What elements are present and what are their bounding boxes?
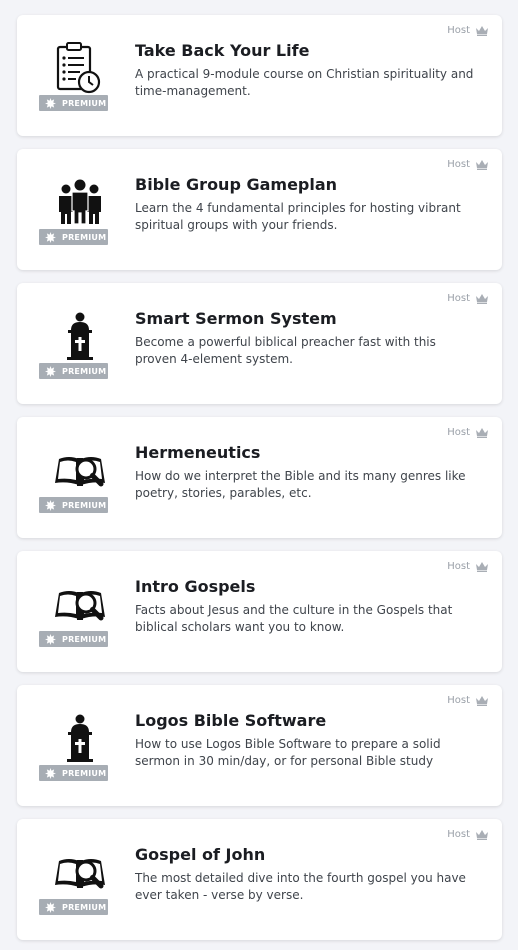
bible-magnifier-icon: [53, 443, 107, 497]
course-description: Facts about Jesus and the culture in the…: [135, 603, 453, 634]
course-title[interactable]: Logos Bible Software: [135, 711, 326, 730]
host-tag: Host: [447, 695, 488, 706]
gear-star-icon: [45, 97, 56, 109]
crown-icon: [476, 695, 488, 706]
host-tag: Host: [447, 293, 488, 304]
premium-label: PREMIUM: [62, 98, 107, 108]
crown-icon: [476, 159, 488, 170]
host-label: Host: [447, 293, 470, 304]
premium-badge: PREMIUM: [39, 363, 108, 379]
premium-badge: PREMIUM: [39, 95, 108, 111]
host-label: Host: [447, 829, 470, 840]
gear-star-icon: [45, 499, 56, 511]
premium-badge: PREMIUM: [39, 497, 108, 513]
host-label: Host: [447, 25, 470, 36]
host-label: Host: [447, 159, 470, 170]
checklist-clock-icon: [53, 41, 107, 95]
premium-label: PREMIUM: [62, 366, 107, 376]
premium-badge: PREMIUM: [39, 229, 108, 245]
premium-label: PREMIUM: [62, 232, 107, 242]
premium-badge: PREMIUM: [39, 899, 108, 915]
gear-star-icon: [45, 767, 56, 779]
course-title[interactable]: Hermeneutics: [135, 443, 260, 462]
course-card[interactable]: Host PREMIUM Logos Bible Software How to…: [17, 685, 502, 806]
course-description: A practical 9-module course on Christian…: [135, 67, 474, 98]
course-title[interactable]: Intro Gospels: [135, 577, 255, 596]
bible-magnifier-icon: [53, 845, 107, 899]
gear-star-icon: [45, 231, 56, 243]
gear-star-icon: [45, 901, 56, 913]
premium-badge: PREMIUM: [39, 765, 108, 781]
crown-icon: [476, 829, 488, 840]
gear-star-icon: [45, 365, 56, 377]
course-title[interactable]: Take Back Your Life: [135, 41, 309, 60]
host-label: Host: [447, 695, 470, 706]
course-title[interactable]: Smart Sermon System: [135, 309, 337, 328]
host-tag: Host: [447, 829, 488, 840]
course-card[interactable]: Host PREMIUM Take Back Your Life A pract…: [17, 15, 502, 136]
host-label: Host: [447, 561, 470, 572]
host-tag: Host: [447, 561, 488, 572]
course-card[interactable]: Host PREMIUM Intro Gospels Facts about J…: [17, 551, 502, 672]
course-description: Become a powerful biblical preacher fast…: [135, 335, 436, 366]
course-description: The most detailed dive into the fourth g…: [135, 871, 466, 902]
course-card[interactable]: Host PREMIUM Gospel of John The most det…: [17, 819, 502, 940]
crown-icon: [476, 25, 488, 36]
crown-icon: [476, 293, 488, 304]
course-title[interactable]: Bible Group Gameplan: [135, 175, 337, 194]
host-label: Host: [447, 427, 470, 438]
course-card[interactable]: Host PREMIUM Hermeneutics How do we inte…: [17, 417, 502, 538]
course-list: Host PREMIUM Take Back Your Life A pract…: [0, 0, 518, 950]
group-people-icon: [53, 175, 107, 229]
crown-icon: [476, 561, 488, 572]
host-tag: Host: [447, 427, 488, 438]
premium-badge: PREMIUM: [39, 631, 108, 647]
course-card[interactable]: Host PREMIUM Smart Sermon System Become …: [17, 283, 502, 404]
bible-magnifier-icon: [53, 577, 107, 631]
course-description: How do we interpret the Bible and its ma…: [135, 469, 466, 500]
course-description: Learn the 4 fundamental principles for h…: [135, 201, 461, 232]
course-card[interactable]: Host PREMIUM Bible Group Gameplan Learn …: [17, 149, 502, 270]
course-description: How to use Logos Bible Software to prepa…: [135, 737, 441, 768]
preacher-pulpit-icon: [53, 309, 107, 363]
host-tag: Host: [447, 25, 488, 36]
crown-icon: [476, 427, 488, 438]
premium-label: PREMIUM: [62, 634, 107, 644]
course-title[interactable]: Gospel of John: [135, 845, 265, 864]
premium-label: PREMIUM: [62, 768, 107, 778]
host-tag: Host: [447, 159, 488, 170]
preacher-pulpit-icon: [53, 711, 107, 765]
premium-label: PREMIUM: [62, 902, 107, 912]
gear-star-icon: [45, 633, 56, 645]
premium-label: PREMIUM: [62, 500, 107, 510]
